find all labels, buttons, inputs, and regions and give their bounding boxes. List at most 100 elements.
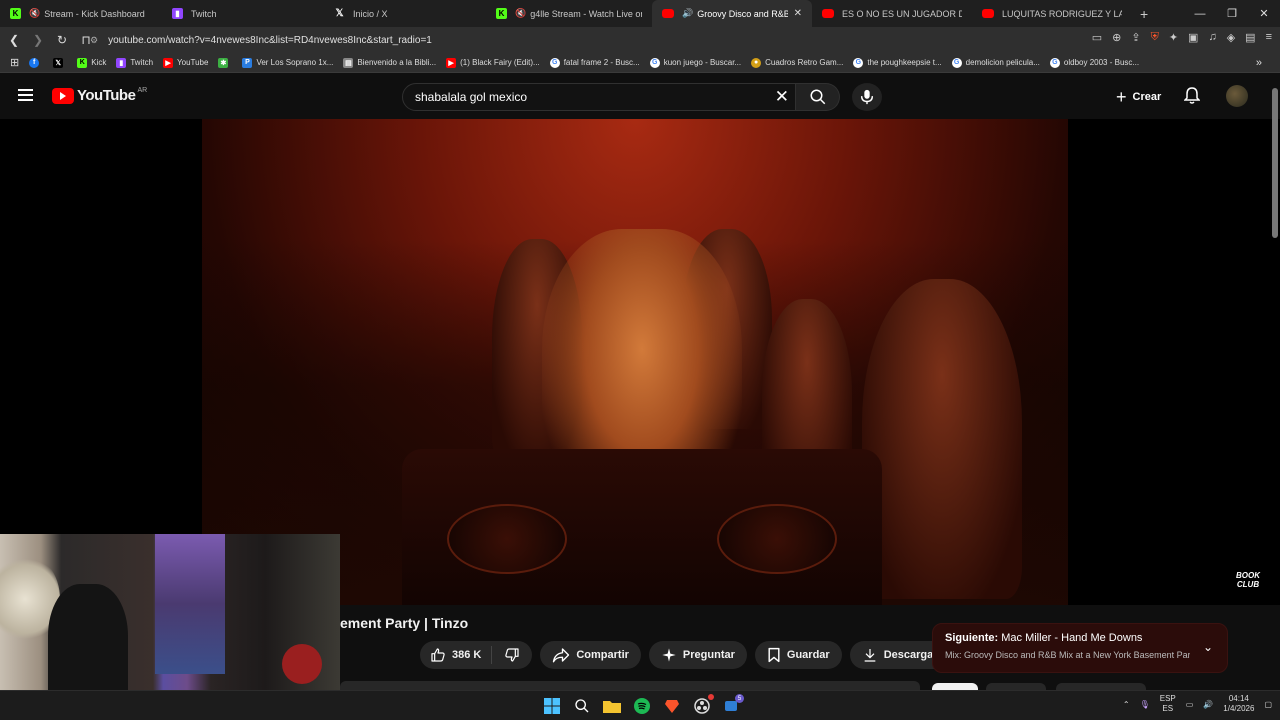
video-player[interactable]: BOOK CLUB — [0, 119, 1280, 605]
bookmark-cuadros-retro[interactable]: ● Cuadros Retro Gam... — [751, 57, 843, 68]
twitch-icon: ▮ — [116, 57, 127, 68]
tab-kick-stream[interactable]: K 🔇 g4lle Stream - Watch Live on Kick — [486, 0, 652, 27]
twitch-icon: ▮ — [172, 8, 183, 19]
close-window-icon[interactable]: ✕ — [1248, 0, 1280, 27]
back-icon[interactable]: ❮ — [4, 33, 24, 47]
thumbs-down-icon — [505, 648, 519, 662]
like-dislike-group: 386 K — [420, 641, 533, 669]
video-frame[interactable] — [202, 119, 1068, 605]
download-icon — [864, 649, 876, 662]
video-actions: 386 K Compartir Preguntar Guardar Descar… — [420, 641, 986, 669]
tray-overflow-icon[interactable]: ⌃ — [1123, 700, 1130, 709]
extensions-icon[interactable]: ✦ — [1169, 31, 1178, 44]
like-button[interactable]: 386 K — [420, 646, 493, 664]
up-next-card[interactable]: Siguiente: Mac Miller - Hand Me Downs Mi… — [932, 623, 1228, 673]
sidebar-icon[interactable]: ▣ — [1188, 31, 1198, 44]
close-tab-icon[interactable]: ✕ — [788, 8, 802, 19]
bookmark-kuon[interactable]: Gkuon juego - Buscar... — [649, 57, 741, 68]
dislike-button[interactable] — [492, 647, 532, 663]
tab-x-home[interactable]: 𝕏 Inicio / X — [324, 0, 486, 27]
new-tab-button[interactable]: + — [1132, 0, 1156, 27]
language-indicator[interactable]: ESP ES — [1160, 694, 1176, 714]
url-field[interactable]: ⚙ youtube.com/watch?v=4nvewes8Inc&list=R… — [90, 30, 1050, 50]
avatar[interactable] — [1226, 85, 1248, 107]
chevron-down-icon[interactable]: ⌄ — [1203, 640, 1213, 654]
address-bar-row: ❮ ❯ ↻ ⊓ ⚙ youtube.com/watch?v=4nvewes8In… — [0, 27, 1280, 53]
youtube-icon: ▶ — [163, 57, 174, 68]
site-info-icon[interactable]: ⚙ — [90, 35, 98, 46]
zoom-icon[interactable]: ⊕ — [1112, 31, 1121, 44]
voice-search-button[interactable] — [852, 83, 882, 111]
extension-icon: ✱ — [218, 57, 229, 68]
clear-search-icon[interactable]: ✕ — [775, 87, 789, 107]
network-icon[interactable]: ▭ — [1186, 700, 1194, 709]
bookmark-black-fairy[interactable]: ▶ (1) Black Fairy (Edit)... — [446, 57, 540, 68]
bookmark-icon — [768, 647, 780, 663]
share-button[interactable]: Compartir — [540, 641, 641, 669]
bookmark-twitch[interactable]: ▮ Twitch — [116, 57, 153, 68]
minimize-icon[interactable]: — — [1184, 0, 1216, 27]
channel-watermark[interactable]: BOOK CLUB — [1236, 571, 1260, 589]
bookmark-oldboy[interactable]: Goldboy 2003 - Busc... — [1049, 57, 1139, 68]
bookmark-soprano[interactable]: P Ver Los Soprano 1x... — [242, 57, 333, 68]
tab-youtube-futbol[interactable]: ES O NO ES UN JUGADOR DE FÚTBOL — [812, 0, 972, 27]
recording-dot-icon — [708, 694, 714, 700]
tab-kick-dashboard[interactable]: K 🔇 Stream - Kick Dashboard — [0, 0, 162, 27]
save-button[interactable]: Guardar — [754, 641, 842, 669]
apps-icon[interactable]: ⊞ — [10, 56, 19, 69]
bookmark-fatal-frame[interactable]: Gfatal frame 2 - Busc... — [549, 57, 640, 68]
chat-badge: 5 — [735, 694, 744, 703]
bookmark-poughkeepsie[interactable]: Gthe poughkeepsie t... — [853, 57, 942, 68]
search-icon[interactable] — [570, 694, 594, 718]
file-explorer-icon[interactable] — [600, 694, 624, 718]
notifications-icon[interactable] — [1183, 87, 1201, 110]
vpn-icon[interactable]: ◈ — [1227, 31, 1235, 44]
tab-twitch[interactable]: ▮ Twitch — [162, 0, 324, 27]
speaker-icon[interactable]: 🔊 — [682, 8, 693, 19]
bookmark-x[interactable]: 𝕏 — [53, 57, 67, 68]
notification-center-icon[interactable]: ▢ — [1264, 700, 1272, 709]
plus-icon: + — [1116, 86, 1127, 107]
clock[interactable]: 04:14 1/4/2026 — [1223, 694, 1254, 714]
more-bookmarks-icon[interactable]: » — [1256, 57, 1262, 69]
bookmark-extension[interactable]: ✱ — [218, 57, 232, 68]
search-input[interactable]: shabalala gol mexico ✕ — [402, 83, 796, 111]
menu-icon[interactable]: ≡ — [1266, 31, 1272, 44]
google-icon: G — [1049, 57, 1060, 68]
brave-shields-icon[interactable]: ⛨ — [1151, 31, 1159, 44]
youtube-icon: ▶ — [446, 57, 457, 68]
forward-icon[interactable]: ❯ — [28, 33, 48, 47]
bookmark-facebook[interactable]: f — [29, 57, 43, 68]
create-button[interactable]: + Crear — [1108, 83, 1169, 111]
wallet-icon[interactable]: ▤ — [1245, 31, 1255, 44]
bookmark-biblioteca[interactable]: ▤ Bienvenido a la Bibli... — [343, 57, 436, 68]
restore-icon[interactable]: ❐ — [1216, 0, 1248, 27]
youtube-logo[interactable]: YouTube AR — [52, 87, 147, 104]
volume-icon[interactable]: 🔊 — [1203, 700, 1213, 709]
obs-icon[interactable] — [690, 694, 714, 718]
page-icon: ● — [751, 57, 762, 68]
reload-icon[interactable]: ↻ — [52, 33, 72, 47]
media-icon[interactable]: ♫ — [1208, 31, 1216, 44]
spotify-icon[interactable] — [630, 694, 654, 718]
brave-icon[interactable] — [660, 694, 684, 718]
bookmark-youtube[interactable]: ▶ YouTube — [163, 57, 208, 68]
bookmark-kick[interactable]: K Kick — [77, 57, 106, 68]
tab-youtube-groovy-disco[interactable]: 🔊 Groovy Disco and R&B Mix at a ✕ — [652, 0, 812, 27]
muted-speaker-icon[interactable]: 🔇 — [29, 8, 40, 19]
search-button[interactable] — [796, 83, 840, 111]
page-scrollbar[interactable] — [1272, 88, 1278, 238]
muted-speaker-icon[interactable]: 🔇 — [515, 8, 526, 19]
start-icon[interactable] — [540, 694, 564, 718]
webcam-chair — [48, 584, 128, 700]
microphone-icon[interactable]: 🎙 — [1140, 700, 1150, 709]
ask-button[interactable]: Preguntar — [648, 641, 747, 669]
x-icon: 𝕏 — [335, 8, 344, 19]
share-icon[interactable]: ⇪ — [1131, 31, 1140, 44]
chat-app-icon[interactable]: 5 — [720, 694, 744, 718]
bookmark-demolicion[interactable]: Gdemolicion pelicula... — [951, 57, 1040, 68]
cast-icon[interactable]: ▭ — [1092, 31, 1102, 44]
tab-youtube-luquitas[interactable]: LUQUITAS RODRIGUEZ Y LA PEOR E — [972, 0, 1132, 27]
google-icon: G — [853, 57, 864, 68]
guide-menu-icon[interactable] — [18, 89, 33, 101]
